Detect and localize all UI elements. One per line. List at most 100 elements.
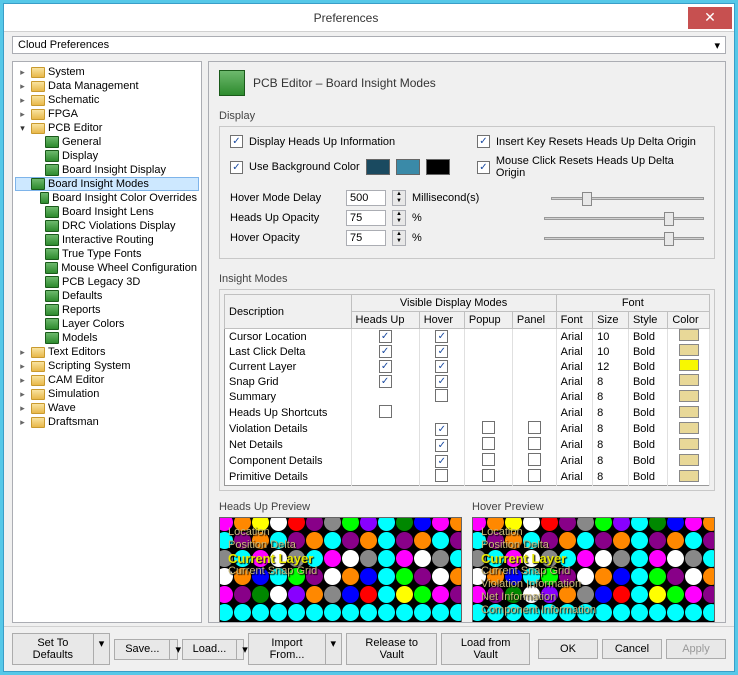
- tree-item-data-management[interactable]: Data Management: [15, 79, 199, 93]
- tree-item-drc-violations-display[interactable]: DRC Violations Display: [15, 219, 199, 233]
- apply-button[interactable]: Apply: [666, 639, 726, 659]
- table-checkbox[interactable]: [435, 439, 448, 452]
- tree-item-simulation[interactable]: Simulation: [15, 387, 199, 401]
- tree-item-board-insight-lens[interactable]: Board Insight Lens: [15, 205, 199, 219]
- tree-item-board-insight-color-overrides[interactable]: Board Insight Color Overrides: [15, 191, 199, 205]
- tree-item-models[interactable]: Models: [15, 331, 199, 345]
- tree-item-interactive-routing[interactable]: Interactive Routing: [15, 233, 199, 247]
- cloud-preferences-select[interactable]: Cloud Preferences: [12, 36, 726, 54]
- table-row[interactable]: Violation DetailsArial8Bold: [225, 421, 710, 437]
- table-checkbox[interactable]: [379, 405, 392, 418]
- ok-button[interactable]: OK: [538, 639, 598, 659]
- hover-delay-spinner[interactable]: ▲▼: [392, 190, 406, 206]
- tree-item-board-insight-modes[interactable]: Board Insight Modes: [15, 177, 199, 191]
- table-row[interactable]: Heads Up ShortcutsArial8Bold: [225, 405, 710, 421]
- tree-item-draftsman[interactable]: Draftsman: [15, 415, 199, 429]
- tree-item-defaults[interactable]: Defaults: [15, 289, 199, 303]
- table-row[interactable]: Net DetailsArial8Bold: [225, 437, 710, 453]
- table-checkbox[interactable]: [482, 437, 495, 450]
- tree-item-text-editors[interactable]: Text Editors: [15, 345, 199, 359]
- display-heads-up-checkbox[interactable]: [230, 135, 243, 148]
- table-checkbox[interactable]: [482, 469, 495, 482]
- table-row[interactable]: Last Click DeltaArial10Bold: [225, 344, 710, 359]
- table-checkbox[interactable]: [435, 469, 448, 482]
- table-checkbox[interactable]: [435, 375, 448, 388]
- table-checkbox[interactable]: [528, 437, 541, 450]
- table-checkbox[interactable]: [528, 453, 541, 466]
- tree-item-schematic[interactable]: Schematic: [15, 93, 199, 107]
- import-from-button[interactable]: Import From...▾: [248, 633, 342, 665]
- table-checkbox[interactable]: [435, 455, 448, 468]
- heads-opacity-slider[interactable]: [544, 210, 704, 226]
- set-defaults-button[interactable]: Set To Defaults▾: [12, 633, 110, 665]
- preferences-tree[interactable]: SystemData ManagementSchematicFPGAPCB Ed…: [12, 61, 202, 623]
- pcb-icon: [45, 164, 59, 176]
- tree-item-general[interactable]: General: [15, 135, 199, 149]
- table-checkbox[interactable]: [482, 453, 495, 466]
- hover-opacity-slider[interactable]: [544, 230, 704, 246]
- insight-modes-table[interactable]: DescriptionVisible Display ModesFontHead…: [224, 294, 710, 486]
- hover-delay-slider[interactable]: [551, 190, 704, 206]
- tree-item-cam-editor[interactable]: CAM Editor: [15, 373, 199, 387]
- table-checkbox[interactable]: [528, 469, 541, 482]
- load-from-vault-button[interactable]: Load from Vault: [441, 633, 530, 665]
- table-row[interactable]: SummaryArial8Bold: [225, 389, 710, 405]
- hover-opacity-input[interactable]: 75: [346, 230, 386, 246]
- table-checkbox[interactable]: [379, 375, 392, 388]
- hover-opacity-spinner[interactable]: ▲▼: [392, 230, 406, 246]
- folder-icon: [31, 375, 45, 386]
- table-checkbox[interactable]: [379, 330, 392, 343]
- table-row[interactable]: Current LayerArial12Bold: [225, 359, 710, 374]
- table-row[interactable]: Primitive DetailsArial8Bold: [225, 469, 710, 486]
- tree-item-system[interactable]: System: [15, 65, 199, 79]
- table-row[interactable]: Cursor LocationArial10Bold: [225, 329, 710, 345]
- table-checkbox[interactable]: [435, 423, 448, 436]
- bg-color-label: Use Background Color: [249, 161, 360, 173]
- heads-opacity-spinner[interactable]: ▲▼: [392, 210, 406, 226]
- bg-color-swatch-1[interactable]: [366, 159, 390, 175]
- pcb-icon: [45, 276, 59, 288]
- save-button[interactable]: Save...▾: [114, 639, 177, 660]
- tree-item-true-type-fonts[interactable]: True Type Fonts: [15, 247, 199, 261]
- table-checkbox[interactable]: [435, 345, 448, 358]
- release-to-vault-button[interactable]: Release to Vault: [346, 633, 437, 665]
- table-checkbox[interactable]: [482, 421, 495, 434]
- bg-color-swatch-2[interactable]: [396, 159, 420, 175]
- table-checkbox[interactable]: [435, 360, 448, 373]
- close-button[interactable]: [688, 7, 732, 29]
- folder-icon: [31, 95, 45, 106]
- tree-item-scripting-system[interactable]: Scripting System: [15, 359, 199, 373]
- table-checkbox[interactable]: [379, 345, 392, 358]
- tree-item-fpga[interactable]: FPGA: [15, 107, 199, 121]
- insert-key-checkbox[interactable]: [477, 135, 490, 148]
- table-row[interactable]: Snap GridArial8Bold: [225, 374, 710, 389]
- display-section-label: Display: [219, 106, 715, 126]
- cancel-button[interactable]: Cancel: [602, 639, 662, 659]
- tree-item-pcb-legacy-3d[interactable]: PCB Legacy 3D: [15, 275, 199, 289]
- tree-item-wave[interactable]: Wave: [15, 401, 199, 415]
- tree-item-display[interactable]: Display: [15, 149, 199, 163]
- insight-section-label: Insight Modes: [219, 269, 715, 289]
- tree-item-reports[interactable]: Reports: [15, 303, 199, 317]
- table-row[interactable]: Component DetailsArial8Bold: [225, 453, 710, 469]
- tree-item-mouse-wheel-configuration[interactable]: Mouse Wheel Configuration: [15, 261, 199, 275]
- tree-item-board-insight-display[interactable]: Board Insight Display: [15, 163, 199, 177]
- table-checkbox[interactable]: [379, 360, 392, 373]
- pcb-page-icon: [219, 70, 245, 96]
- table-checkbox[interactable]: [435, 389, 448, 402]
- bg-color-swatch-3[interactable]: [426, 159, 450, 175]
- hover-delay-input[interactable]: 500: [346, 190, 386, 206]
- tree-item-layer-colors[interactable]: Layer Colors: [15, 317, 199, 331]
- pcb-icon: [45, 262, 59, 274]
- pcb-icon: [45, 220, 59, 232]
- table-checkbox[interactable]: [435, 330, 448, 343]
- bg-color-checkbox[interactable]: [230, 161, 243, 174]
- load-button[interactable]: Load...▾: [182, 639, 245, 660]
- mouse-click-checkbox[interactable]: [477, 161, 490, 174]
- heads-opacity-input[interactable]: 75: [346, 210, 386, 226]
- pcb-icon: [31, 178, 45, 190]
- tree-item-pcb-editor[interactable]: PCB Editor: [15, 121, 199, 135]
- table-checkbox[interactable]: [528, 421, 541, 434]
- hover-opacity-label: Hover Opacity: [230, 232, 340, 244]
- heads-opacity-unit: %: [412, 212, 422, 224]
